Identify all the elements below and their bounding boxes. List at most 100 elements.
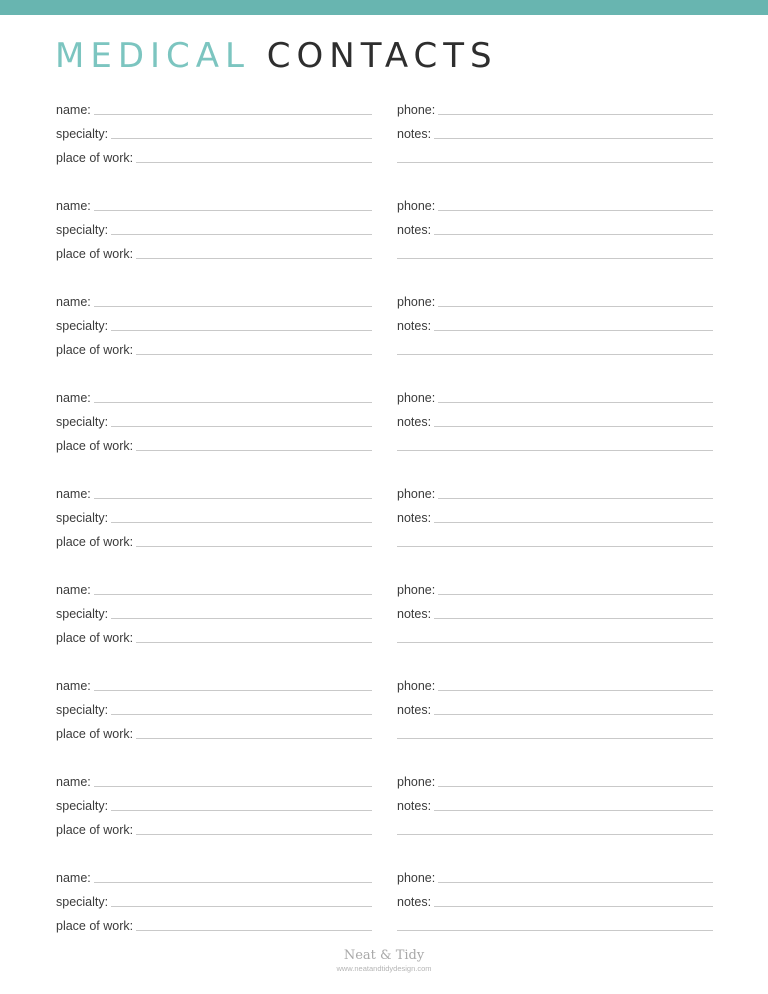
notes-extra-field[interactable] <box>397 526 713 550</box>
phone-input-line[interactable] <box>438 498 713 499</box>
name-input-line[interactable] <box>93 690 372 691</box>
phone-input-line[interactable] <box>438 690 713 691</box>
place-of-work-field[interactable]: place of work: <box>56 238 372 262</box>
name-input-line[interactable] <box>93 882 372 883</box>
specialty-field[interactable]: specialty: <box>56 310 372 334</box>
specialty-input-line[interactable] <box>111 234 372 235</box>
specialty-field[interactable]: specialty: <box>56 406 372 430</box>
specialty-input-line[interactable] <box>111 810 372 811</box>
specialty-input-line[interactable] <box>111 330 372 331</box>
name-field[interactable]: name: <box>56 190 372 214</box>
name-input-line[interactable] <box>93 498 372 499</box>
notes-input-line[interactable] <box>434 714 713 715</box>
place-of-work-input-line[interactable] <box>136 738 372 739</box>
notes-field[interactable]: notes: <box>397 118 713 142</box>
notes-field[interactable]: notes: <box>397 790 713 814</box>
specialty-input-line[interactable] <box>111 426 372 427</box>
name-input-line[interactable] <box>93 594 372 595</box>
notes-extra-input-line[interactable] <box>397 354 713 355</box>
specialty-field[interactable]: specialty: <box>56 118 372 142</box>
specialty-field[interactable]: specialty: <box>56 694 372 718</box>
phone-field[interactable]: phone: <box>397 766 713 790</box>
phone-field[interactable]: phone: <box>397 94 713 118</box>
place-of-work-input-line[interactable] <box>136 450 372 451</box>
phone-field[interactable]: phone: <box>397 382 713 406</box>
notes-extra-input-line[interactable] <box>397 642 713 643</box>
specialty-field[interactable]: specialty: <box>56 598 372 622</box>
specialty-field[interactable]: specialty: <box>56 502 372 526</box>
notes-extra-input-line[interactable] <box>397 834 713 835</box>
specialty-input-line[interactable] <box>111 714 372 715</box>
place-of-work-input-line[interactable] <box>136 258 372 259</box>
name-input-line[interactable] <box>93 114 372 115</box>
place-of-work-input-line[interactable] <box>136 546 372 547</box>
specialty-input-line[interactable] <box>111 906 372 907</box>
phone-field[interactable]: phone: <box>397 574 713 598</box>
name-field[interactable]: name: <box>56 574 372 598</box>
phone-input-line[interactable] <box>438 882 713 883</box>
place-of-work-field[interactable]: place of work: <box>56 622 372 646</box>
name-input-line[interactable] <box>93 306 372 307</box>
name-input-line[interactable] <box>93 210 372 211</box>
notes-field[interactable]: notes: <box>397 598 713 622</box>
name-field[interactable]: name: <box>56 478 372 502</box>
notes-field[interactable]: notes: <box>397 406 713 430</box>
specialty-input-line[interactable] <box>111 522 372 523</box>
place-of-work-input-line[interactable] <box>136 354 372 355</box>
notes-input-line[interactable] <box>434 138 713 139</box>
notes-field[interactable]: notes: <box>397 694 713 718</box>
place-of-work-input-line[interactable] <box>136 930 372 931</box>
phone-input-line[interactable] <box>438 594 713 595</box>
notes-extra-field[interactable] <box>397 910 713 934</box>
name-field[interactable]: name: <box>56 862 372 886</box>
place-of-work-field[interactable]: place of work: <box>56 334 372 358</box>
phone-input-line[interactable] <box>438 402 713 403</box>
place-of-work-input-line[interactable] <box>136 642 372 643</box>
name-field[interactable]: name: <box>56 94 372 118</box>
place-of-work-input-line[interactable] <box>136 834 372 835</box>
phone-input-line[interactable] <box>438 210 713 211</box>
place-of-work-field[interactable]: place of work: <box>56 814 372 838</box>
notes-extra-input-line[interactable] <box>397 450 713 451</box>
notes-input-line[interactable] <box>434 330 713 331</box>
specialty-input-line[interactable] <box>111 138 372 139</box>
name-field[interactable]: name: <box>56 286 372 310</box>
notes-field[interactable]: notes: <box>397 214 713 238</box>
phone-input-line[interactable] <box>438 786 713 787</box>
place-of-work-field[interactable]: place of work: <box>56 430 372 454</box>
place-of-work-field[interactable]: place of work: <box>56 142 372 166</box>
specialty-field[interactable]: specialty: <box>56 790 372 814</box>
name-field[interactable]: name: <box>56 670 372 694</box>
specialty-field[interactable]: specialty: <box>56 214 372 238</box>
name-field[interactable]: name: <box>56 382 372 406</box>
phone-field[interactable]: phone: <box>397 286 713 310</box>
phone-input-line[interactable] <box>438 306 713 307</box>
notes-extra-input-line[interactable] <box>397 162 713 163</box>
notes-input-line[interactable] <box>434 618 713 619</box>
notes-extra-input-line[interactable] <box>397 546 713 547</box>
notes-input-line[interactable] <box>434 522 713 523</box>
notes-field[interactable]: notes: <box>397 502 713 526</box>
notes-extra-input-line[interactable] <box>397 738 713 739</box>
phone-input-line[interactable] <box>438 114 713 115</box>
notes-input-line[interactable] <box>434 810 713 811</box>
notes-extra-field[interactable] <box>397 142 713 166</box>
notes-input-line[interactable] <box>434 234 713 235</box>
notes-extra-field[interactable] <box>397 718 713 742</box>
notes-extra-field[interactable] <box>397 814 713 838</box>
notes-input-line[interactable] <box>434 426 713 427</box>
notes-input-line[interactable] <box>434 906 713 907</box>
place-of-work-field[interactable]: place of work: <box>56 526 372 550</box>
notes-field[interactable]: notes: <box>397 886 713 910</box>
specialty-input-line[interactable] <box>111 618 372 619</box>
notes-field[interactable]: notes: <box>397 310 713 334</box>
notes-extra-field[interactable] <box>397 622 713 646</box>
notes-extra-field[interactable] <box>397 430 713 454</box>
name-input-line[interactable] <box>93 786 372 787</box>
place-of-work-field[interactable]: place of work: <box>56 910 372 934</box>
name-field[interactable]: name: <box>56 766 372 790</box>
notes-extra-input-line[interactable] <box>397 930 713 931</box>
phone-field[interactable]: phone: <box>397 190 713 214</box>
specialty-field[interactable]: specialty: <box>56 886 372 910</box>
phone-field[interactable]: phone: <box>397 478 713 502</box>
